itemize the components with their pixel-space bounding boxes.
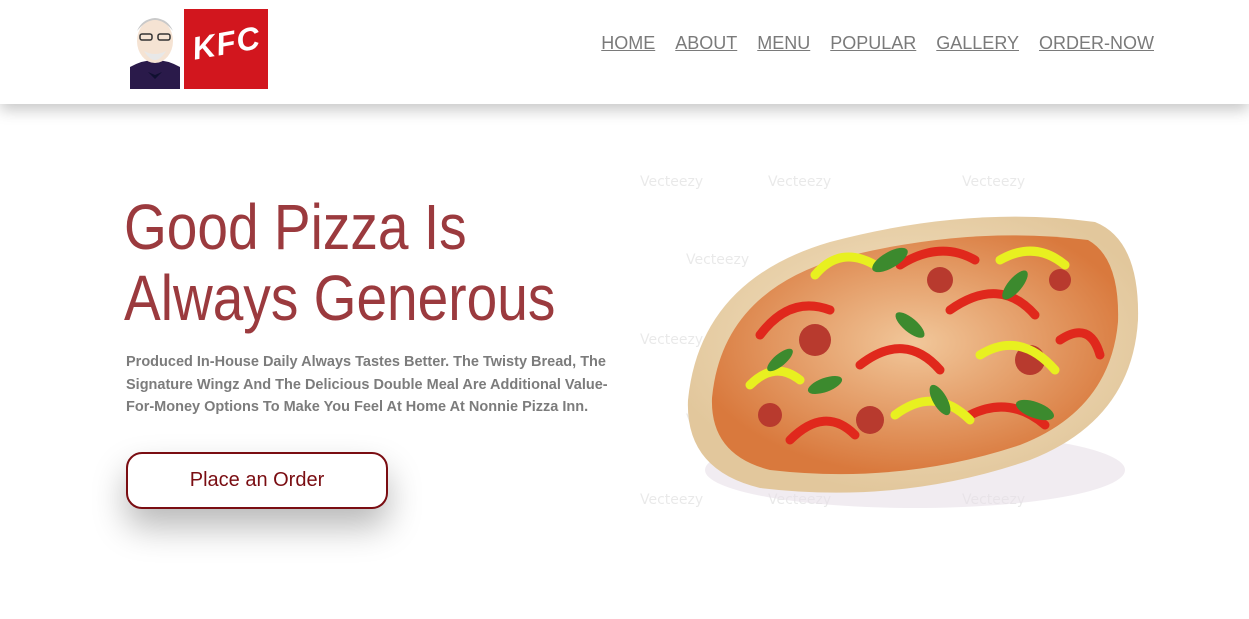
- hero-subtitle: Produced In-House Daily Always Tastes Be…: [126, 354, 608, 415]
- svg-text:Vecteezy: Vecteezy: [640, 332, 703, 348]
- main-nav: HOME ABOUT MENU POPULAR GALLERY ORDER-NO…: [601, 33, 1154, 54]
- nav-home[interactable]: HOME: [601, 33, 655, 54]
- colonel-face-icon: [126, 9, 184, 89]
- pizza-image: Vecteezy Vecteezy Vecteezy Vecteezy Vect…: [640, 170, 1155, 521]
- watermark-text: Vecteezy: [640, 174, 703, 190]
- nav-popular[interactable]: POPULAR: [830, 33, 916, 54]
- nav-menu[interactable]: MENU: [757, 33, 810, 54]
- nav-order-now[interactable]: ORDER-NOW: [1039, 33, 1154, 54]
- site-header: KFC HOME ABOUT MENU POPULAR GALLERY ORDE…: [0, 0, 1249, 104]
- svg-text:Vecteezy: Vecteezy: [686, 252, 749, 268]
- svg-text:Vecteezy: Vecteezy: [962, 174, 1025, 190]
- svg-text:Vecteezy: Vecteezy: [640, 492, 703, 508]
- place-order-button[interactable]: Place an Order: [126, 452, 388, 509]
- hero-title: Good Pizza Is Always Generous: [124, 191, 556, 334]
- kfc-logo[interactable]: KFC: [126, 9, 268, 89]
- svg-text:Vecteezy: Vecteezy: [768, 174, 831, 190]
- logo-text: KFC: [189, 19, 264, 67]
- nav-about[interactable]: ABOUT: [675, 33, 737, 54]
- nav-gallery[interactable]: GALLERY: [936, 33, 1019, 54]
